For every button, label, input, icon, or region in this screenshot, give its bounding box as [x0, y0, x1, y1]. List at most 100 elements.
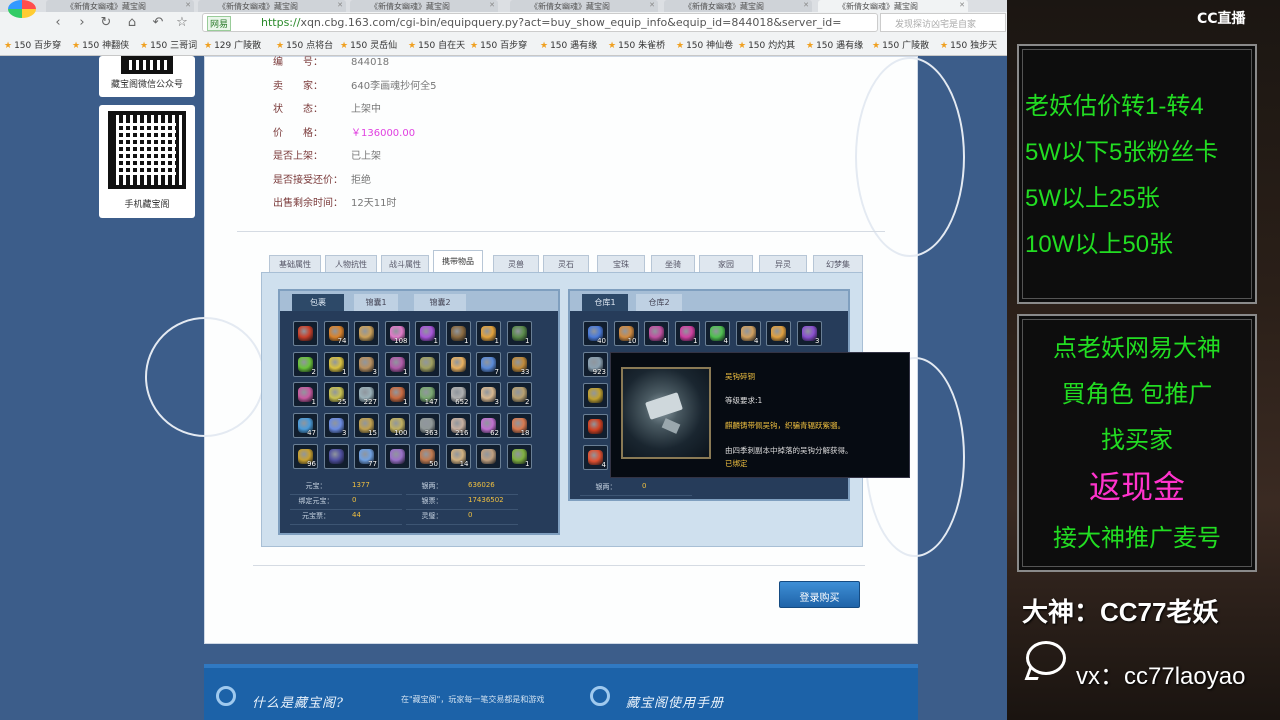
tab-3[interactable]: 战斗属性 — [381, 255, 429, 272]
warehouse-tab-1[interactable]: 仓库1 — [582, 294, 628, 311]
back-icon[interactable]: ‹ — [50, 15, 66, 30]
item-slot[interactable]: 1 — [674, 321, 700, 346]
tab-8[interactable]: 坐骑 — [651, 255, 695, 272]
item-slot[interactable]: 18 — [506, 413, 532, 439]
item-slot[interactable]: 74 — [323, 321, 349, 346]
item-slot[interactable]: 3 — [354, 351, 379, 377]
item-slot[interactable] — [415, 351, 440, 377]
item-slot[interactable]: 147 — [415, 382, 440, 408]
browser-tab[interactable]: 《新倩女幽魂》藏宝阁 ✕ — [664, 0, 812, 12]
bookmark-item[interactable]: 150 独步天 — [940, 38, 997, 51]
item-slot[interactable] — [476, 443, 501, 469]
star-icon[interactable]: ☆ — [174, 15, 190, 30]
item-slot[interactable]: 4 — [583, 445, 608, 470]
item-slot[interactable]: 1 — [476, 321, 501, 346]
item-slot[interactable]: 33 — [506, 351, 532, 377]
item-slot[interactable]: 96 — [293, 443, 318, 469]
tab-2[interactable]: 人物抗性 — [325, 255, 377, 272]
footer-what-title[interactable]: 什么是藏宝阁? — [252, 692, 344, 711]
item-slot[interactable]: 14 — [445, 443, 471, 469]
item-slot[interactable]: 2 — [293, 351, 318, 377]
item-slot[interactable]: 652 — [445, 382, 471, 408]
item-slot[interactable]: 7 — [476, 351, 501, 377]
tab-6[interactable]: 灵石 — [543, 255, 589, 272]
item-slot[interactable]: 10 — [613, 321, 639, 346]
item-slot[interactable] — [293, 321, 318, 346]
bookmark-item[interactable]: 150 百步穿 — [4, 38, 61, 51]
item-slot[interactable] — [384, 443, 410, 469]
item-slot[interactable]: 923 — [583, 352, 608, 377]
item-slot[interactable]: 3 — [476, 382, 501, 408]
tab-5[interactable]: 灵兽 — [493, 255, 539, 272]
bag-tab-2[interactable]: 锦囊1 — [354, 294, 398, 311]
item-slot[interactable]: 25 — [323, 382, 349, 408]
item-slot[interactable]: 47 — [293, 413, 318, 439]
bookmark-item[interactable]: 150 广陵散 — [872, 38, 929, 51]
bookmark-item[interactable]: 150 百步穿 — [470, 38, 527, 51]
bag-tab-1[interactable]: 包裹 — [292, 294, 344, 311]
item-slot[interactable]: 1 — [293, 382, 318, 408]
item-slot[interactable]: 363 — [415, 413, 440, 439]
item-slot[interactable]: 4 — [705, 321, 730, 346]
bookmark-item[interactable]: 150 神仙卷 — [676, 38, 733, 51]
item-slot[interactable] — [583, 414, 608, 439]
tab-4[interactable]: 携带物品 — [433, 250, 483, 272]
tab-7[interactable]: 宝珠 — [597, 255, 645, 272]
search-input[interactable]: 发现探访凶宅是自家 — [880, 13, 1006, 32]
bag-tab-3[interactable]: 锦囊2 — [414, 294, 466, 311]
item-slot[interactable]: 1 — [384, 382, 410, 408]
item-slot[interactable]: 62 — [476, 413, 501, 439]
browser-tab[interactable]: 《新倩女幽魂》藏宝阁 ✕ — [198, 0, 346, 12]
item-slot[interactable]: 216 — [445, 413, 471, 439]
browser-tab-active[interactable]: 《新倩女幽魂》藏宝阁 ✕ — [818, 0, 968, 12]
close-icon[interactable]: ✕ — [959, 1, 965, 9]
address-bar[interactable]: 网易 https://xqn.cbg.163.com/cgi-bin/equip… — [202, 13, 878, 32]
item-slot[interactable] — [354, 321, 379, 346]
bookmark-item[interactable]: 150 点将台 — [276, 38, 333, 51]
item-slot[interactable] — [323, 443, 349, 469]
item-slot[interactable]: 50 — [415, 443, 440, 469]
bookmark-item[interactable]: 150 自在天 — [408, 38, 465, 51]
item-slot[interactable]: 15 — [354, 413, 379, 439]
item-slot[interactable]: 3 — [323, 413, 349, 439]
item-slot[interactable] — [583, 383, 608, 408]
item-slot[interactable]: 100 — [384, 413, 410, 439]
item-slot[interactable]: 2 — [506, 382, 532, 408]
item-slot[interactable]: 1 — [384, 351, 410, 377]
reload-icon[interactable]: ↻ — [98, 15, 114, 30]
tab-11[interactable]: 幻梦集 — [813, 255, 863, 272]
bookmark-item[interactable]: 150 遇有缘 — [806, 38, 863, 51]
undo-icon[interactable]: ↶ — [150, 15, 166, 30]
item-slot[interactable]: 3 — [796, 321, 822, 346]
browser-tab[interactable]: 《新倩女幽魂》藏宝阁 ✕ — [46, 0, 194, 12]
close-icon[interactable]: ✕ — [337, 1, 343, 9]
item-slot[interactable]: 4 — [735, 321, 761, 346]
bookmark-item[interactable]: 129 广陵散 — [204, 38, 261, 51]
tab-1[interactable]: 基础属性 — [269, 255, 321, 272]
bookmark-item[interactable]: 150 灼灼其 — [738, 38, 795, 51]
tab-10[interactable]: 异灵 — [759, 255, 807, 272]
login-buy-button[interactable]: 登录购买 — [779, 581, 860, 608]
bookmark-item[interactable]: 150 遇有缘 — [540, 38, 597, 51]
item-slot[interactable]: 4 — [766, 321, 791, 346]
item-slot[interactable]: 40 — [583, 321, 608, 346]
bookmark-item[interactable]: 150 朱雀桥 — [608, 38, 665, 51]
item-slot[interactable]: 1 — [506, 321, 532, 346]
home-icon[interactable]: ⌂ — [124, 15, 140, 30]
bookmark-item[interactable]: 150 灵岳仙 — [340, 38, 397, 51]
close-icon[interactable]: ✕ — [185, 1, 191, 9]
item-slot[interactable]: 1 — [506, 443, 532, 469]
item-slot[interactable]: 4 — [644, 321, 669, 346]
item-slot[interactable]: 227 — [354, 382, 379, 408]
close-icon[interactable]: ✕ — [489, 1, 495, 9]
browser-tab[interactable]: 《新倩女幽魂》藏宝阁 ✕ — [350, 0, 498, 12]
warehouse-tab-2[interactable]: 仓库2 — [636, 294, 682, 311]
item-slot[interactable]: 1 — [445, 321, 471, 346]
item-slot[interactable]: 1 — [415, 321, 440, 346]
tab-9[interactable]: 家园 — [699, 255, 753, 272]
item-slot[interactable]: 108 — [384, 321, 410, 346]
bookmark-item[interactable]: 150 三哥词 — [140, 38, 197, 51]
bookmark-item[interactable]: 150 神翻侠 — [72, 38, 129, 51]
item-slot[interactable] — [445, 351, 471, 377]
item-slot[interactable]: 1 — [323, 351, 349, 377]
